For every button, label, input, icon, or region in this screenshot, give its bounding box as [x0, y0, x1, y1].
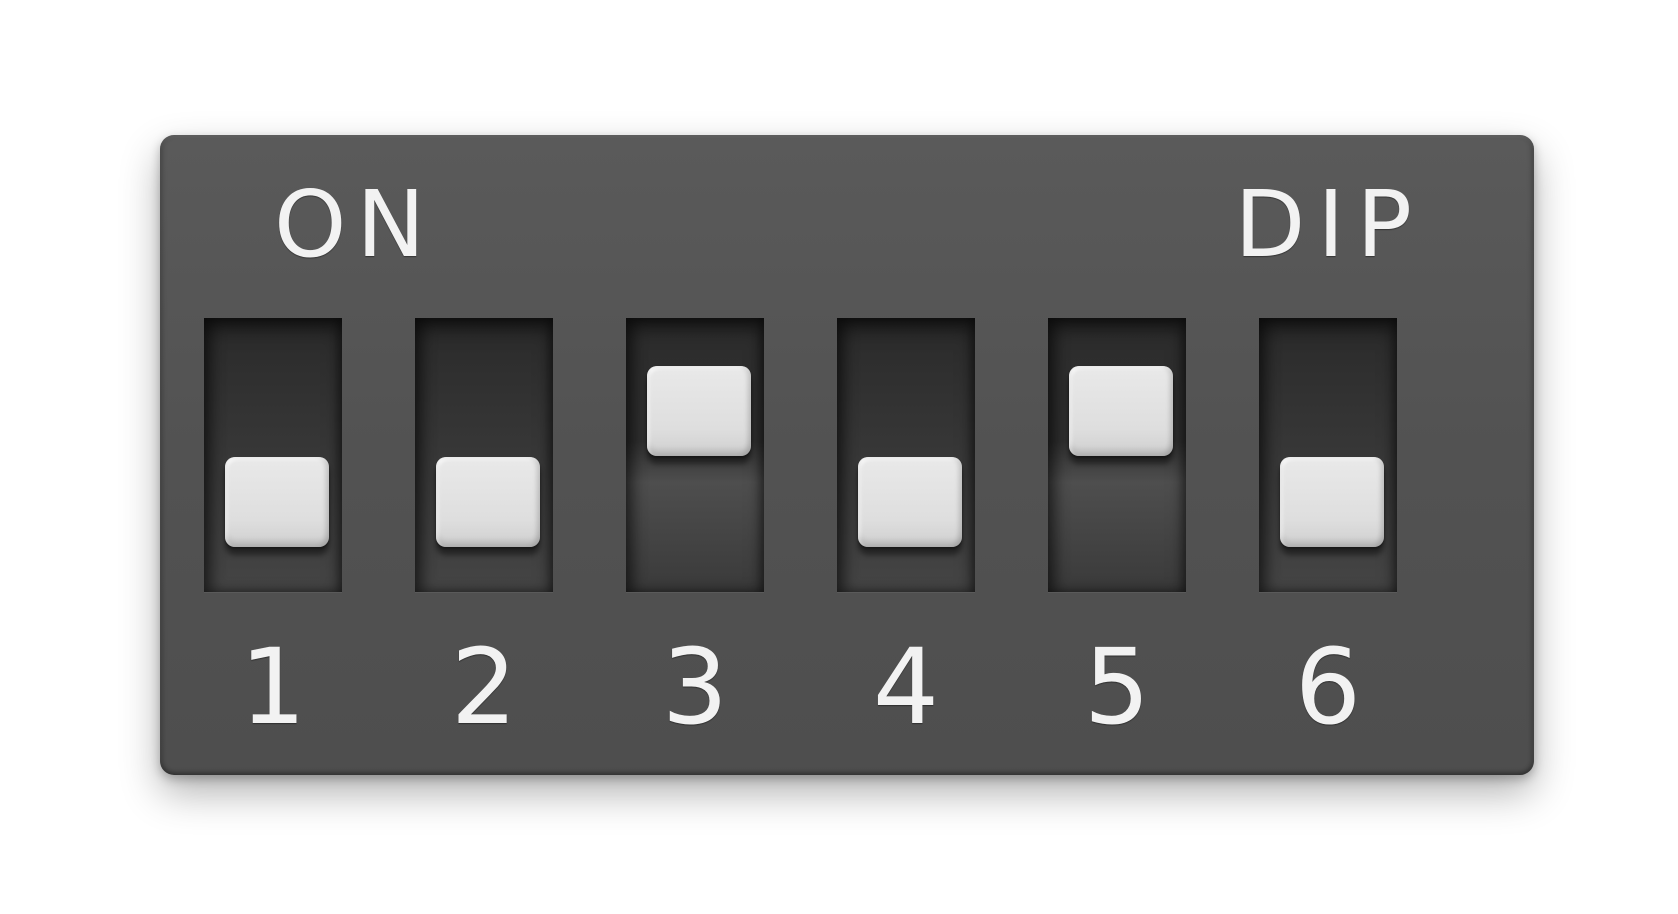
switch-number-2: 2: [450, 626, 518, 748]
switch-4[interactable]: [837, 318, 975, 592]
switch-5-knob[interactable]: [1069, 366, 1173, 456]
switch-1-knob[interactable]: [225, 457, 329, 547]
switch-6[interactable]: [1259, 318, 1397, 592]
switch-2-knob[interactable]: [436, 457, 540, 547]
switch-number-5: 5: [1083, 626, 1151, 748]
on-label: ON: [274, 171, 436, 278]
switch-number-3: 3: [661, 626, 729, 748]
switch-2[interactable]: [415, 318, 553, 592]
dip-label: DIP: [1234, 171, 1424, 278]
switch-5[interactable]: [1048, 318, 1186, 592]
dip-switch-body: ON DIP 1 2 3 4 5 6: [160, 135, 1534, 775]
switch-3-knob[interactable]: [647, 366, 751, 456]
switch-3[interactable]: [626, 318, 764, 592]
switch-4-knob[interactable]: [858, 457, 962, 547]
switch-number-4: 4: [872, 626, 940, 748]
switch-6-knob[interactable]: [1280, 457, 1384, 547]
switch-number-6: 6: [1294, 626, 1362, 748]
switch-number-1: 1: [239, 626, 307, 748]
switch-1[interactable]: [204, 318, 342, 592]
